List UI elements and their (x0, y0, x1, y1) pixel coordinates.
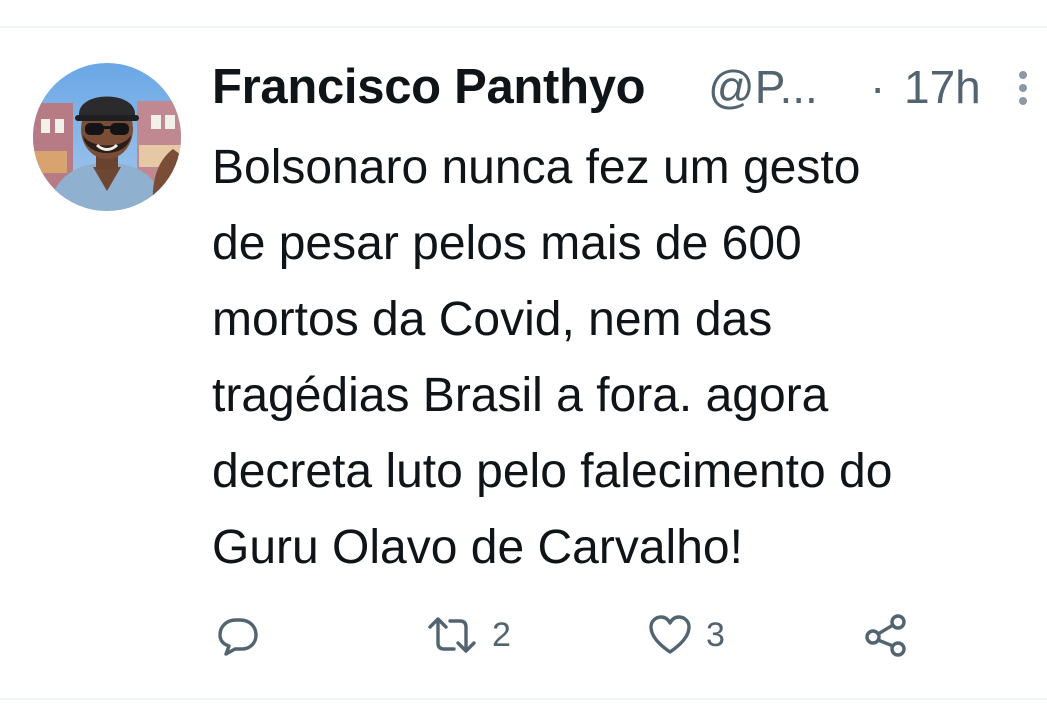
header-separator: · (870, 61, 886, 113)
retweet-count: 2 (492, 616, 511, 654)
avatar-photo (33, 63, 181, 211)
tweet-actions: 2 3 (212, 607, 1032, 663)
heart-icon (648, 613, 692, 657)
tweet-text-line: mortos da Covid, nem das (212, 293, 773, 346)
like-count: 3 (706, 616, 725, 654)
bottom-divider (0, 698, 1047, 700)
tweet-text-line: decreta luto pelo falecimento do (212, 445, 893, 498)
share-icon (864, 613, 908, 657)
share-button[interactable] (864, 607, 922, 663)
tweet-text-line: de pesar pelos mais de 600 (212, 217, 802, 270)
reply-icon (216, 613, 260, 657)
like-button[interactable]: 3 (648, 607, 725, 663)
avatar[interactable] (33, 63, 181, 211)
more-options-icon[interactable] (1008, 66, 1038, 110)
tweet-text-line: tragédias Brasil a fora. agora (212, 369, 829, 422)
retweet-button[interactable]: 2 (426, 607, 511, 663)
top-divider (0, 26, 1047, 28)
reply-button[interactable] (216, 607, 274, 663)
tweet-text-line: Guru Olavo de Carvalho! (212, 521, 743, 574)
retweet-icon (426, 613, 478, 657)
author-handle[interactable]: @P... (708, 54, 818, 120)
tweet-timestamp[interactable]: 17h (904, 54, 981, 120)
tweet-text: Bolsonaro nunca fez um gesto de pesar pe… (212, 130, 1032, 586)
author-display-name[interactable]: Francisco Panthyo (212, 54, 646, 120)
tweet-header: Francisco Panthyo @P... · 17h (212, 54, 1032, 120)
tweet-text-line: Bolsonaro nunca fez um gesto (212, 141, 861, 194)
